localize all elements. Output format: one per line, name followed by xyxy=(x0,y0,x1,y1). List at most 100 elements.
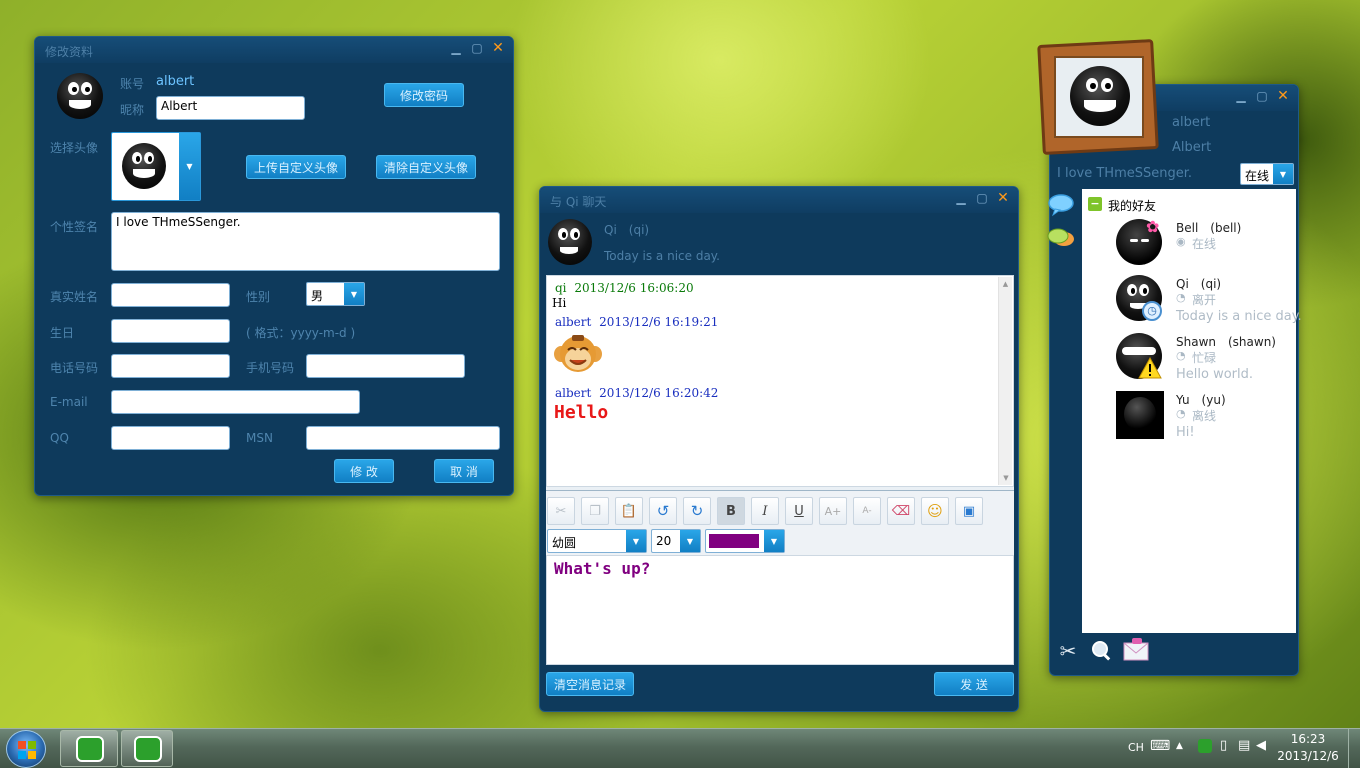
underline-button[interactable]: U xyxy=(785,497,813,525)
emoticon-icon[interactable]: ☺ xyxy=(921,497,949,525)
cancel-button[interactable]: 取 消 xyxy=(434,459,494,483)
image-icon[interactable]: ▣ xyxy=(955,497,983,525)
gender-label: 性别 xyxy=(246,290,271,304)
collapse-icon[interactable]: − xyxy=(1088,197,1102,211)
realname-field[interactable] xyxy=(111,283,230,307)
minimize-icon[interactable]: ▁ xyxy=(1234,89,1248,103)
italic-button[interactable]: I xyxy=(751,497,779,525)
email-label: E-mail xyxy=(50,395,88,409)
message-history[interactable]: qi 2013/12/6 16:06:20 Hi albert 2013/12/… xyxy=(546,275,1014,487)
message-text: Hi xyxy=(552,296,567,310)
chevron-down-icon[interactable]: ▼ xyxy=(1273,164,1293,184)
close-icon[interactable]: ✕ xyxy=(491,41,505,55)
volume-icon[interactable]: ◀ xyxy=(1256,738,1266,753)
status-select[interactable]: 在线 ▼ xyxy=(1240,163,1294,185)
contact-signature: Today is a nice day. xyxy=(604,249,720,263)
message-input[interactable]: What's up? xyxy=(546,555,1014,665)
message-sender: albert xyxy=(555,386,592,400)
tray-device-icon[interactable]: ▯ xyxy=(1220,738,1227,753)
format-toolbar: ✂ ❐ 📋 ↺ ↻ B I U A+ A- ⌫ ☺ ▣ 幼圆 ▼ 20 ▼ ▼ xyxy=(546,491,1014,555)
msn-label: MSN xyxy=(246,431,273,445)
clear-history-button[interactable]: 清空消息记录 xyxy=(546,672,634,696)
contact-item-yu[interactable]: Yu (yu) ◔ 离线 Hi! xyxy=(1082,389,1296,447)
contacts-tab-icon[interactable] xyxy=(1047,193,1075,217)
taskbar-app-1[interactable] xyxy=(60,730,118,767)
main-username: albert xyxy=(1172,115,1211,130)
language-indicator[interactable]: CH xyxy=(1128,741,1144,754)
copy-icon[interactable]: ❐ xyxy=(581,497,609,525)
message-sender: albert xyxy=(555,315,592,329)
contact-item-shawn[interactable]: Shawn (shawn) ◔ 忙碌 Hello world. xyxy=(1082,331,1296,389)
grow-font-button[interactable]: A+ xyxy=(819,497,847,525)
avatar-preview xyxy=(122,143,166,189)
font-name-select[interactable]: 幼圆 ▼ xyxy=(547,529,647,553)
shrink-font-button[interactable]: A- xyxy=(853,497,881,525)
modify-button[interactable]: 修 改 xyxy=(334,459,394,483)
keyboard-icon[interactable]: ⌨ xyxy=(1150,738,1170,754)
tray-chat-icon[interactable] xyxy=(1198,739,1212,753)
minimize-icon[interactable]: ▁ xyxy=(449,41,463,55)
contact-name: Qi (qi) xyxy=(604,223,650,237)
birthday-field[interactable] xyxy=(111,319,230,343)
bold-button[interactable]: B xyxy=(717,497,745,525)
recent-chats-tab-icon[interactable] xyxy=(1047,227,1077,253)
contact-list: − 我的好友 ✿ Bell (bell) ◉ 在线 ◷ Qi (qi) ◔ 离开… xyxy=(1082,189,1302,633)
start-button[interactable] xyxy=(6,730,46,768)
qq-field[interactable] xyxy=(111,426,230,450)
font-size-select[interactable]: 20 ▼ xyxy=(651,529,701,553)
nickname-field[interactable]: Albert xyxy=(156,96,305,120)
clock-time: 16:23 xyxy=(1290,732,1326,746)
mail-icon[interactable] xyxy=(1122,637,1150,663)
minimize-icon[interactable]: ▁ xyxy=(954,191,968,205)
clock[interactable]: 16:23 2013/12/6 xyxy=(1274,731,1342,765)
avatar-dropdown-arrow[interactable]: ▼ xyxy=(179,133,200,200)
show-hidden-icons-icon[interactable]: ▲ xyxy=(1176,741,1183,751)
email-field[interactable] xyxy=(111,390,360,414)
eraser-icon[interactable]: ⌫ xyxy=(887,497,915,525)
redo-icon[interactable]: ↻ xyxy=(683,497,711,525)
history-scrollbar[interactable]: ▲ ▼ xyxy=(998,277,1012,485)
signature-field[interactable]: I love THmeSSenger. xyxy=(111,212,500,271)
msn-field[interactable] xyxy=(306,426,500,450)
chevron-down-icon[interactable]: ▼ xyxy=(626,530,646,552)
contact-status: 在线 xyxy=(1192,237,1217,251)
maximize-icon[interactable]: ▢ xyxy=(975,191,989,205)
maximize-icon[interactable]: ▢ xyxy=(1255,89,1269,103)
phone-field[interactable] xyxy=(111,354,230,378)
undo-icon[interactable]: ↺ xyxy=(649,497,677,525)
change-password-button[interactable]: 修改密码 xyxy=(384,83,464,107)
contact-item-qi[interactable]: ◷ Qi (qi) ◔ 离开 Today is a nice day. xyxy=(1082,273,1302,331)
settings-icon[interactable]: ✂ xyxy=(1056,639,1080,663)
chevron-down-icon[interactable]: ▼ xyxy=(680,530,700,552)
taskbar-app-2[interactable] xyxy=(121,730,173,767)
main-signature[interactable]: I love THmeSSenger. xyxy=(1057,166,1192,181)
chevron-down-icon[interactable]: ▼ xyxy=(344,283,364,305)
font-color-swatch xyxy=(709,534,759,548)
contact-status: 忙碌 xyxy=(1192,351,1217,365)
cut-icon[interactable]: ✂ xyxy=(547,497,575,525)
main-avatar-frame[interactable] xyxy=(1034,36,1164,156)
chat-titlebar[interactable]: 与 Qi 聊天 ▁ ▢ ✕ xyxy=(540,187,1018,213)
chevron-down-icon[interactable]: ▼ xyxy=(764,530,784,552)
font-color-select[interactable]: ▼ xyxy=(705,529,785,553)
contact-item-bell[interactable]: ✿ Bell (bell) ◉ 在线 xyxy=(1082,217,1296,273)
scroll-down-icon[interactable]: ▼ xyxy=(999,471,1013,485)
maximize-icon[interactable]: ▢ xyxy=(470,41,484,55)
close-icon[interactable]: ✕ xyxy=(1276,89,1290,103)
contact-name: Yu (yu) xyxy=(1176,393,1226,407)
paste-icon[interactable]: 📋 xyxy=(615,497,643,525)
avatar-picker[interactable]: ▼ xyxy=(111,132,201,201)
scroll-up-icon[interactable]: ▲ xyxy=(999,277,1012,291)
side-tabs xyxy=(1047,189,1082,633)
search-icon[interactable] xyxy=(1090,639,1114,663)
send-button[interactable]: 发 送 xyxy=(934,672,1014,696)
chat-window: 与 Qi 聊天 ▁ ▢ ✕ Qi (qi) Today is a nice da… xyxy=(539,186,1019,712)
close-icon[interactable]: ✕ xyxy=(996,191,1010,205)
network-icon[interactable]: ▤ xyxy=(1238,738,1250,753)
mobile-field[interactable] xyxy=(306,354,465,378)
upload-avatar-button[interactable]: 上传自定义头像 xyxy=(246,155,346,179)
profile-titlebar[interactable]: 修改资料 ▁ ▢ ✕ xyxy=(35,37,513,63)
clear-avatar-button[interactable]: 清除自定义头像 xyxy=(376,155,476,179)
gender-select[interactable]: 男 ▼ xyxy=(306,282,365,306)
show-desktop-button[interactable] xyxy=(1348,729,1360,768)
